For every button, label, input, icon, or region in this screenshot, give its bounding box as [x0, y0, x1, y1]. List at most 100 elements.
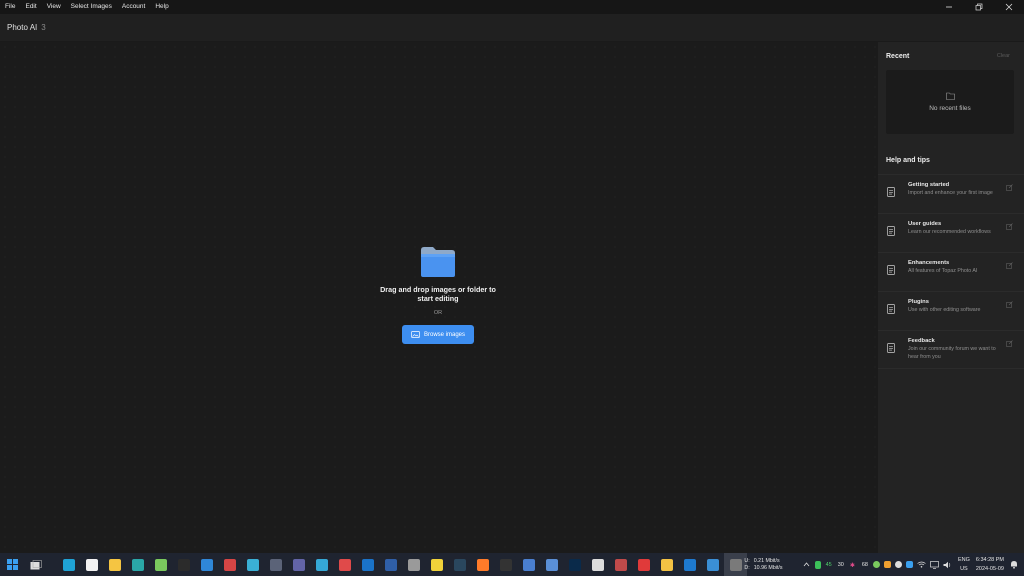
help-item-desc: Join our community forum we want to hear…: [908, 346, 996, 360]
powershell-icon: [384, 558, 397, 571]
image-folder-icon: [411, 331, 420, 338]
taskbar-app-button[interactable]: [80, 553, 103, 576]
window-controls: [934, 0, 1024, 14]
app-dark-icon: [499, 558, 512, 571]
drop-zone[interactable]: Drag and drop images or folder to start …: [378, 246, 498, 344]
restore-icon: [975, 3, 983, 11]
help-item-getting-started[interactable]: Getting started Import and enhance your …: [878, 174, 1024, 213]
document-icon: [887, 343, 895, 353]
clock-date: 2024-05-09: [975, 565, 1004, 572]
taskbar-app-button[interactable]: [609, 553, 632, 576]
help-item-plugins[interactable]: Plugins Use with other editing software: [878, 291, 1024, 330]
external-link-icon: [1006, 301, 1013, 308]
help-item-desc: All features of Topaz Photo AI: [908, 268, 978, 274]
taskbar-app-button[interactable]: [333, 553, 356, 576]
help-header: Help and tips: [878, 144, 1024, 170]
taskbar-app-button[interactable]: [517, 553, 540, 576]
photoshop-icon: [568, 558, 581, 571]
volume-icon[interactable]: [943, 561, 952, 569]
close-button[interactable]: [994, 0, 1024, 14]
network-speed: 0.21 Mbit/s 10.96 Mbit/s: [754, 558, 783, 571]
help-item-title: Plugins: [908, 299, 929, 305]
taskbar-apps: [57, 553, 747, 576]
taskbar-app-button[interactable]: [57, 553, 80, 576]
help-item-user-guides[interactable]: User guides Learn our recommended workfl…: [878, 213, 1024, 252]
menu-edit[interactable]: Edit: [20, 0, 41, 14]
taskbar-app-button[interactable]: [149, 553, 172, 576]
document-icon: [887, 265, 895, 275]
help-item-enhancements[interactable]: Enhancements All features of Topaz Photo…: [878, 252, 1024, 291]
taskbar-app-button[interactable]: [563, 553, 586, 576]
help-title: Help and tips: [886, 157, 930, 164]
recent-title: Recent: [886, 52, 910, 60]
drop-canvas[interactable]: Drag and drop images or folder to start …: [0, 42, 878, 553]
taskbar-app-button[interactable]: [218, 553, 241, 576]
taskbar-app-button[interactable]: [402, 553, 425, 576]
taskbar-app-button[interactable]: [701, 553, 724, 576]
language-indicator[interactable]: ENG US: [958, 556, 970, 574]
minimize-button[interactable]: [934, 0, 964, 14]
taskbar-app-button[interactable]: [425, 553, 448, 576]
clock[interactable]: 6:34:28 PM 2024-05-09: [976, 556, 1004, 574]
taskbar-app-button[interactable]: [379, 553, 402, 576]
start-button[interactable]: [0, 553, 24, 576]
menu-view[interactable]: View: [42, 0, 66, 14]
taskbar-app-button[interactable]: [494, 553, 517, 576]
taskbar-app-button[interactable]: [264, 553, 287, 576]
tray-app-icon[interactable]: [883, 561, 891, 568]
tray-app-icon[interactable]: [894, 561, 902, 568]
taskbar-app-button[interactable]: [678, 553, 701, 576]
taskbar-app-button[interactable]: [195, 553, 218, 576]
tray-app-icon[interactable]: [872, 561, 880, 568]
taskbar-app-button[interactable]: [655, 553, 678, 576]
clock-time: 6:34:28 PM: [975, 556, 1004, 563]
task-view-button[interactable]: [24, 553, 47, 576]
notification-bell-icon[interactable]: [1010, 560, 1018, 569]
terminal-icon: [177, 558, 190, 571]
taskbar-app-button[interactable]: [310, 553, 333, 576]
browse-images-label: Browse images: [423, 331, 465, 338]
document-icon: [887, 226, 895, 236]
help-item-feedback[interactable]: Feedback Join our community forum we wan…: [878, 330, 1024, 369]
menu-select-images[interactable]: Select Images: [66, 0, 117, 14]
davinci-icon: [614, 558, 627, 571]
folder-icon: [660, 558, 673, 571]
menu-file[interactable]: File: [0, 0, 20, 14]
taskbar-app-button[interactable]: [448, 553, 471, 576]
taskbar-app-button[interactable]: [356, 553, 379, 576]
monitor-icon[interactable]: [930, 560, 939, 569]
tray-value: 68: [861, 561, 868, 568]
taskbar-app-button[interactable]: [540, 553, 563, 576]
tray-star-icon[interactable]: ✱: [850, 562, 856, 569]
clear-recent-button[interactable]: Clear: [997, 53, 1010, 59]
task-view-icon: [30, 559, 42, 569]
topaz-icon: [729, 558, 742, 571]
browse-images-button[interactable]: Browse images: [402, 325, 474, 344]
wifi-icon[interactable]: [917, 561, 926, 568]
keyboard-layout: US: [960, 565, 968, 572]
help-item-desc: Import and enhance your first image: [908, 190, 993, 196]
menu-account[interactable]: Account: [117, 0, 151, 14]
chevron-up-icon[interactable]: [803, 562, 810, 567]
taskbar-app-button[interactable]: [103, 553, 126, 576]
taskbar-app-button[interactable]: [241, 553, 264, 576]
taskbar-app-button[interactable]: [172, 553, 195, 576]
menu-help[interactable]: Help: [150, 0, 173, 14]
taskbar-app-button[interactable]: [586, 553, 609, 576]
steam-icon: [453, 558, 466, 571]
document-icon: [887, 304, 895, 314]
app-monitor-icon: [706, 558, 719, 571]
tray-gpu-icon[interactable]: [814, 560, 821, 569]
help-list: Getting started Import and enhance your …: [878, 174, 1024, 369]
upload-speed: 0.21 Mbit/s: [753, 558, 780, 564]
edge-icon: [62, 558, 75, 571]
tray-app-icon[interactable]: [905, 561, 913, 568]
taskbar-app-button[interactable]: [126, 553, 149, 576]
snipping-icon: [223, 558, 236, 571]
taskbar-app-button[interactable]: [632, 553, 655, 576]
taskbar-app-button[interactable]: [471, 553, 494, 576]
outlook-icon: [361, 558, 374, 571]
taskbar-app-button[interactable]: [287, 553, 310, 576]
restore-button[interactable]: [964, 0, 994, 14]
external-link-icon: [1006, 223, 1013, 230]
